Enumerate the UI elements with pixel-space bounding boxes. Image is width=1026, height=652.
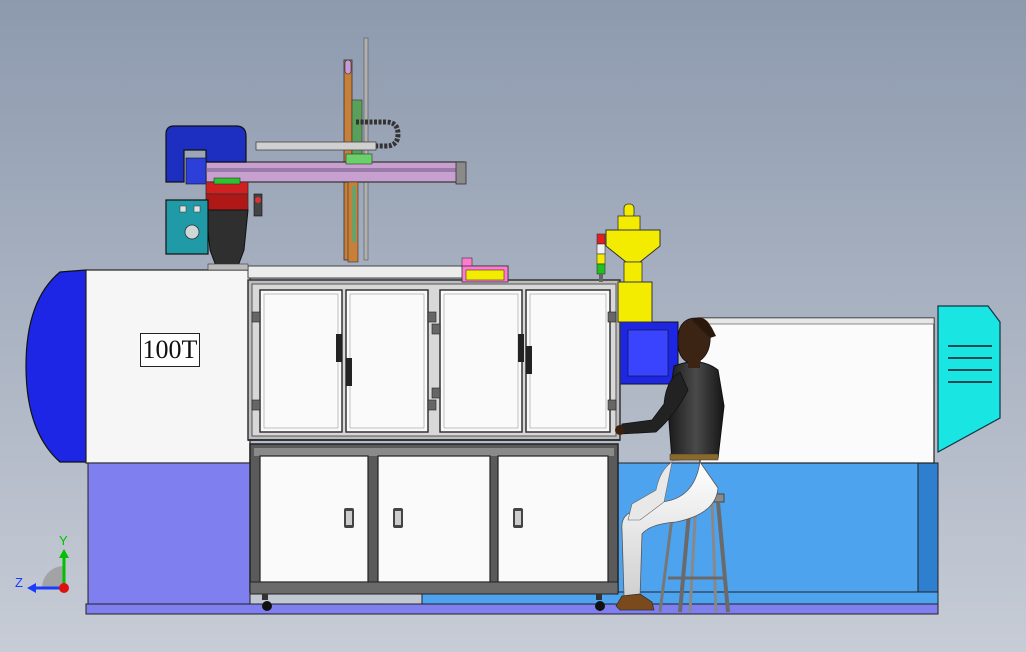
safety-door-cabinet — [247, 257, 621, 441]
cad-viewport — [0, 0, 1026, 652]
y-axis-label: Y — [59, 533, 68, 548]
machine-tonnage-label: 100T — [140, 333, 200, 367]
door-3 — [439, 289, 523, 433]
control-box — [165, 199, 209, 255]
z-axis-label: Z — [15, 575, 23, 590]
base-left — [87, 462, 251, 606]
door-2 — [345, 289, 429, 433]
door-1 — [259, 289, 343, 433]
lower-storage-cabinet — [249, 443, 619, 611]
door-handle — [526, 346, 532, 374]
origin-dot — [59, 583, 69, 593]
door-handle — [518, 334, 524, 362]
door-handle — [336, 334, 342, 362]
door-4 — [525, 289, 611, 433]
door-handle — [346, 358, 352, 386]
